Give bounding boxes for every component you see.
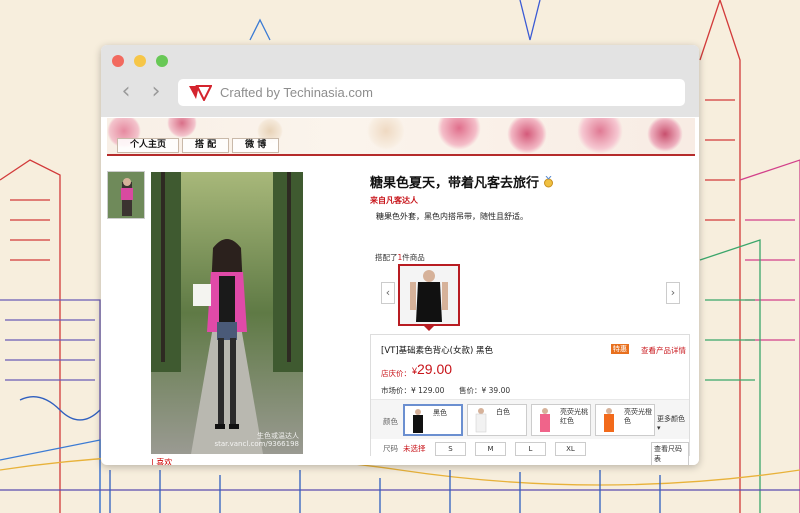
size-status: 未选择	[403, 444, 426, 453]
techinasia-logo-icon	[189, 85, 212, 101]
forward-arrow-icon[interactable]: ›	[147, 81, 165, 103]
photo-thumbnail[interactable]	[107, 171, 145, 219]
close-window-button[interactable]	[112, 55, 124, 67]
post-description: 糖果色外套，黑色内搭吊带，随性且舒适。	[376, 212, 528, 221]
tab-outfits[interactable]: 搭 配	[182, 138, 230, 153]
size-chart-link[interactable]: 查看尺码表	[651, 442, 689, 465]
banner-divider	[107, 154, 695, 156]
back-arrow-icon[interactable]: ‹	[117, 81, 135, 103]
promo-badge: 特惠	[611, 344, 629, 354]
matched-product-thumbnail[interactable]	[398, 264, 460, 326]
carousel-next-button[interactable]: ›	[666, 282, 680, 304]
color-swatch-orange[interactable]: 亮荧光橙色	[595, 404, 655, 436]
size-xl-button[interactable]: XL	[555, 442, 586, 456]
browser-window: ‹ › Crafted by Techinasia.com 个人主页 搭 配 微…	[101, 45, 699, 465]
sale-price: 售价：¥ 39.00	[459, 386, 511, 395]
like-link[interactable]: | 喜欢	[151, 457, 172, 465]
web-page: 个人主页 搭 配 微 博 生色或温达人 star.vancl.com/93661…	[107, 118, 699, 465]
more-colors-button[interactable]: 更多颜色 ▾	[657, 415, 685, 433]
matched-items-count: 搭配了1件商品	[375, 253, 425, 262]
size-selector: 尺码 未选择 S M L XL 查看尺码表	[371, 439, 689, 465]
product-name: [VT]基础素色背心(女款) 黑色	[381, 346, 493, 356]
color-selector: 颜色 黑色 白色 亮荧光桃红色 亮荧光橙色 更多颜色 ▾	[371, 399, 689, 439]
color-swatch-pink[interactable]: 亮荧光桃红色	[531, 404, 591, 436]
color-label: 颜色	[383, 417, 398, 426]
product-price: ¥29.00	[412, 361, 453, 377]
address-url: Crafted by Techinasia.com	[220, 85, 373, 100]
size-label: 尺码	[383, 444, 398, 453]
size-m-button[interactable]: M	[475, 442, 506, 456]
tab-personal-home[interactable]: 个人主页	[117, 138, 180, 153]
site-tab-bar: 个人主页 搭 配 微 博	[117, 138, 282, 153]
photo-watermark: 生色或温达人 star.vancl.com/9366198	[214, 432, 299, 448]
size-s-button[interactable]: S	[435, 442, 466, 456]
chevron-down-icon: ▾	[657, 424, 661, 432]
maximize-window-button[interactable]	[156, 55, 168, 67]
post-source: 来自凡客达人	[370, 196, 418, 205]
browser-chrome: ‹ › Crafted by Techinasia.com	[101, 45, 699, 117]
outfit-photo: 生色或温达人 star.vancl.com/9366198	[151, 172, 303, 454]
minimize-window-button[interactable]	[134, 55, 146, 67]
product-detail-panel: [VT]基础素色背心(女款) 黑色 特惠 查看产品详情 店庆价： ¥29.00 …	[370, 334, 690, 465]
view-product-details-link[interactable]: 查看产品详情	[641, 345, 686, 356]
tab-weibo[interactable]: 微 博	[232, 138, 280, 153]
address-bar[interactable]: Crafted by Techinasia.com	[178, 79, 685, 106]
size-l-button[interactable]: L	[515, 442, 546, 456]
post-title: 糖果色夏天，带着凡客去旅行	[370, 172, 554, 191]
selected-pointer	[423, 325, 435, 331]
carousel-prev-button[interactable]: ‹	[381, 282, 395, 304]
color-swatch-black[interactable]: 黑色	[403, 404, 463, 436]
medal-icon	[544, 176, 554, 188]
market-price: 市场价：¥ 129.00	[381, 386, 445, 395]
color-swatch-white[interactable]: 白色	[467, 404, 527, 436]
floral-banner: 个人主页 搭 配 微 博	[107, 118, 695, 155]
price-label: 店庆价：	[381, 369, 411, 378]
